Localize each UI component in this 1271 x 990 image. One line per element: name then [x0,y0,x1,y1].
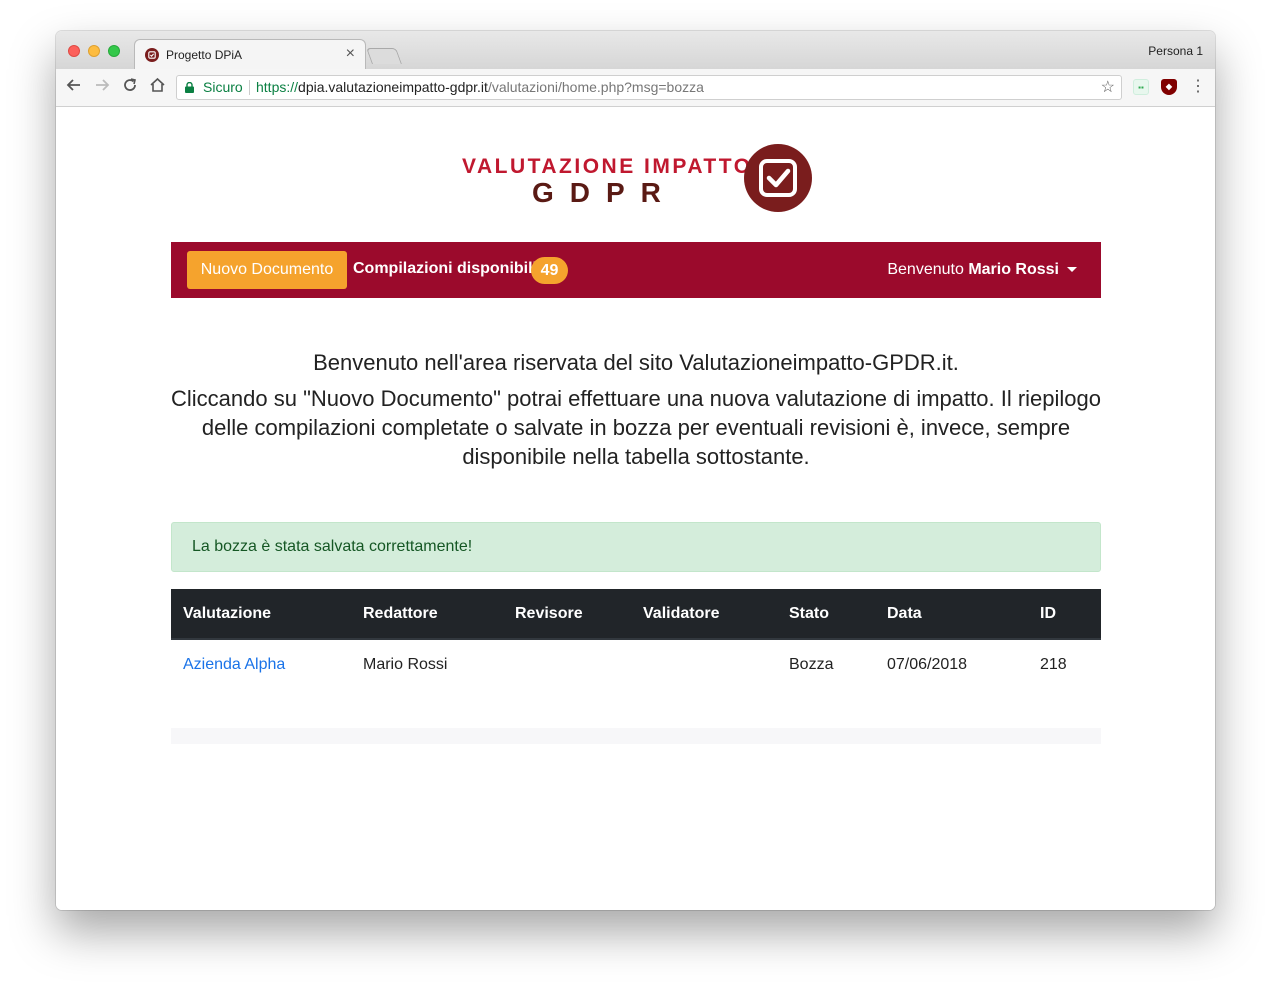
profile-label[interactable]: Persona 1 [1148,44,1203,58]
omnibox-separator [249,80,250,95]
tab-title: Progetto DPiA [166,48,243,62]
cell-redattore: Mario Rossi [363,655,448,673]
main-navbar: Nuovo Documento Compilazioni disponibili… [171,242,1101,298]
welcome-line-2: Cliccando su "Nuovo Documento" potrai ef… [171,386,1101,469]
checkbox-logo-icon [744,144,812,212]
home-icon[interactable] [149,77,166,97]
title-bar: Progetto DPiA × Persona 1 [56,31,1215,69]
site-logo[interactable]: VALUTAZIONE IMPATTO GDPR [462,144,812,214]
evaluations-table: Valutazione Redattore Revisore Validator… [171,589,1101,689]
col-header-valutazione: Valutazione [171,589,351,640]
col-header-stato: Stato [777,589,875,640]
user-menu-toggle[interactable]: Benvenuto Mario Rossi [887,261,1077,279]
cell-stato: Bozza [789,655,834,673]
back-icon[interactable] [66,77,82,97]
url-host: dpia.valutazioneimpatto-gdpr.it [298,79,488,95]
welcome-message: Benvenuto nell'area riservata del sito V… [171,348,1101,471]
col-header-redattore: Redattore [351,589,503,640]
success-alert: La bozza è stata salvata correttamente! [171,522,1101,572]
evaluation-link[interactable]: Azienda Alpha [183,656,285,673]
browser-toolbar: Sicuro https://dpia.valutazioneimpatto-g… [56,69,1215,107]
user-name: Mario Rossi [968,261,1059,278]
browser-menu-icon[interactable]: ⋮ [1190,77,1206,97]
caret-down-icon [1067,267,1077,273]
available-count-badge: 49 [531,257,568,284]
lock-icon [185,82,194,93]
ublock-icon[interactable]: ◆ [1161,79,1177,95]
url-scheme: https:// [256,79,299,95]
tab-progetto-dpia[interactable]: Progetto DPiA × [134,39,366,69]
cell-valutazione: Azienda Alpha [171,639,351,689]
reload-icon[interactable] [122,77,138,97]
col-header-validatore: Validatore [631,589,777,640]
checkbox-favicon-icon [145,48,159,62]
new-tab-button[interactable] [366,48,402,64]
cell-data: 07/06/2018 [887,655,968,673]
welcome-line-1: Benvenuto nell'area riservata del sito V… [313,350,959,375]
browser-window: Progetto DPiA × Persona 1 Sicuro https:/… [56,31,1215,910]
logo-text-line2: GDPR [532,177,677,208]
close-window-button[interactable] [68,45,80,57]
maximize-window-button[interactable] [108,45,120,57]
url-text: https://dpia.valutazioneimpatto-gdpr.it/… [256,76,704,99]
bookmark-star-icon[interactable]: ☆ [1101,76,1115,99]
table-header-row: Valutazione Redattore Revisore Validator… [171,589,1101,640]
address-bar[interactable]: Sicuro https://dpia.valutazioneimpatto-g… [176,75,1122,100]
welcome-prefix: Benvenuto [887,261,964,278]
cell-revisore [503,639,631,689]
logo-text-line1: VALUTAZIONE IMPATTO [462,155,753,178]
footer-bar [171,728,1101,744]
col-header-id: ID [1028,589,1101,640]
tab-close-icon[interactable]: × [346,45,355,63]
page-content: VALUTAZIONE IMPATTO GDPR Nuovo Documento… [56,108,1215,910]
extension-icon[interactable]: ▪▪ [1133,79,1149,95]
url-path: /valutazioni/home.php?msg=bozza [487,79,704,95]
available-compilations-label: Compilazioni disponibili: [353,260,543,277]
col-header-revisore: Revisore [503,589,631,640]
cell-id: 218 [1040,655,1067,673]
minimize-window-button[interactable] [88,45,100,57]
secure-label: Sicuro [203,79,243,95]
table-row: Azienda Alpha Mario Rossi Bozza 07/06/20… [171,639,1101,689]
col-header-data: Data [875,589,1028,640]
cell-validatore [631,639,777,689]
forward-icon[interactable] [94,77,110,97]
new-document-button[interactable]: Nuovo Documento [187,251,347,289]
